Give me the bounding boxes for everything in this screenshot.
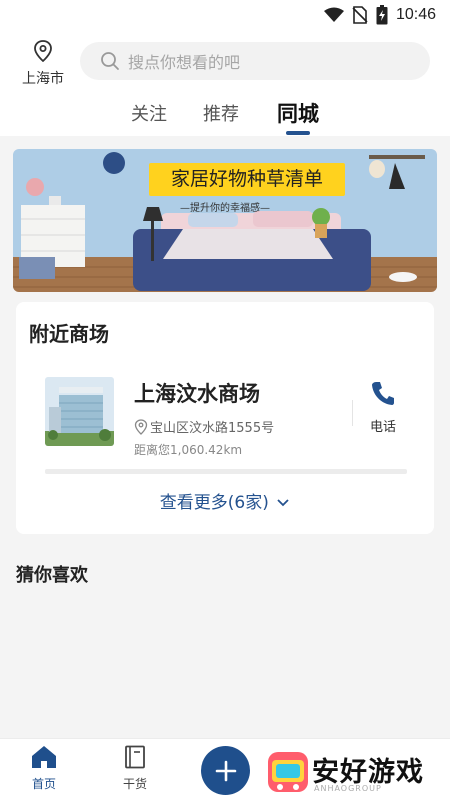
section-title-guess: 猜你喜欢 bbox=[16, 565, 88, 586]
nav-articles[interactable]: 干货 bbox=[107, 745, 163, 792]
location-label: 上海市 bbox=[22, 71, 64, 87]
mall-address-text: 宝山区汶水路1555号 bbox=[150, 421, 275, 436]
search-placeholder: 搜点你想看的吧 bbox=[128, 53, 241, 72]
phone-icon bbox=[372, 382, 394, 405]
see-more-label: 查看更多(6家) bbox=[159, 493, 269, 513]
wifi-icon bbox=[323, 7, 344, 22]
location-pin-icon bbox=[34, 40, 52, 63]
mall-address: 宝山区汶水路1555号 bbox=[134, 417, 274, 436]
mall-distance: 距离您1,060.42km bbox=[134, 443, 243, 457]
call-label: 电话 bbox=[369, 420, 396, 435]
nearby-mall-card: 附近商场 上海汶水商场 宝山区汶水路1555号 距离您1,060.42km 电话… bbox=[16, 302, 434, 534]
battery-icon bbox=[376, 5, 388, 25]
status-icons: 10:46 bbox=[323, 5, 436, 25]
create-post-button[interactable] bbox=[201, 746, 250, 795]
banner-subtitle: —提升你的幸福感— bbox=[180, 203, 270, 214]
banner-title: 家居好物种草清单 bbox=[149, 163, 345, 196]
mall-building-image bbox=[45, 377, 114, 446]
book-icon bbox=[125, 745, 145, 769]
nav-home[interactable]: 首页 bbox=[16, 745, 72, 792]
mall-thumbnail[interactable] bbox=[45, 377, 114, 446]
feed-tabs: 关注 推荐 同城 bbox=[0, 100, 450, 136]
no-sim-icon bbox=[352, 6, 368, 24]
section-title-nearby: 附近商场 bbox=[29, 322, 109, 346]
mall-name[interactable]: 上海汶水商场 bbox=[134, 378, 260, 408]
nav-articles-label: 干货 bbox=[122, 777, 147, 791]
game-controller-logo-icon bbox=[268, 752, 308, 792]
plus-icon bbox=[215, 760, 236, 781]
chevron-down-icon bbox=[277, 499, 289, 507]
status-time: 10:46 bbox=[395, 6, 436, 23]
location-pin-icon bbox=[134, 418, 148, 435]
promo-banner[interactable]: 家居好物种草清单 —提升你的幸福感— bbox=[13, 149, 437, 292]
search-icon bbox=[101, 52, 119, 70]
watermark: 安好游戏 ANHAOGROUP bbox=[264, 748, 450, 800]
horizontal-scrollbar[interactable] bbox=[45, 469, 407, 474]
active-tab-indicator bbox=[286, 131, 310, 135]
search-input[interactable]: 搜点你想看的吧 bbox=[80, 42, 430, 80]
watermark-subtext: ANHAOGROUP bbox=[314, 784, 382, 793]
nav-home-label: 首页 bbox=[31, 777, 56, 791]
location-selector[interactable]: 上海市 bbox=[16, 40, 70, 88]
status-bar: 10:46 bbox=[0, 0, 450, 32]
divider bbox=[352, 400, 353, 426]
tab-same-city[interactable]: 同城 bbox=[277, 98, 319, 128]
see-more-link[interactable]: 查看更多(6家) bbox=[16, 488, 434, 513]
tab-follow[interactable]: 关注 bbox=[131, 100, 167, 126]
call-button[interactable]: 电话 bbox=[362, 380, 404, 435]
top-header: 上海市 搜点你想看的吧 关注 推荐 同城 bbox=[0, 32, 450, 136]
home-icon bbox=[32, 746, 56, 768]
tab-recommend[interactable]: 推荐 bbox=[203, 100, 239, 126]
